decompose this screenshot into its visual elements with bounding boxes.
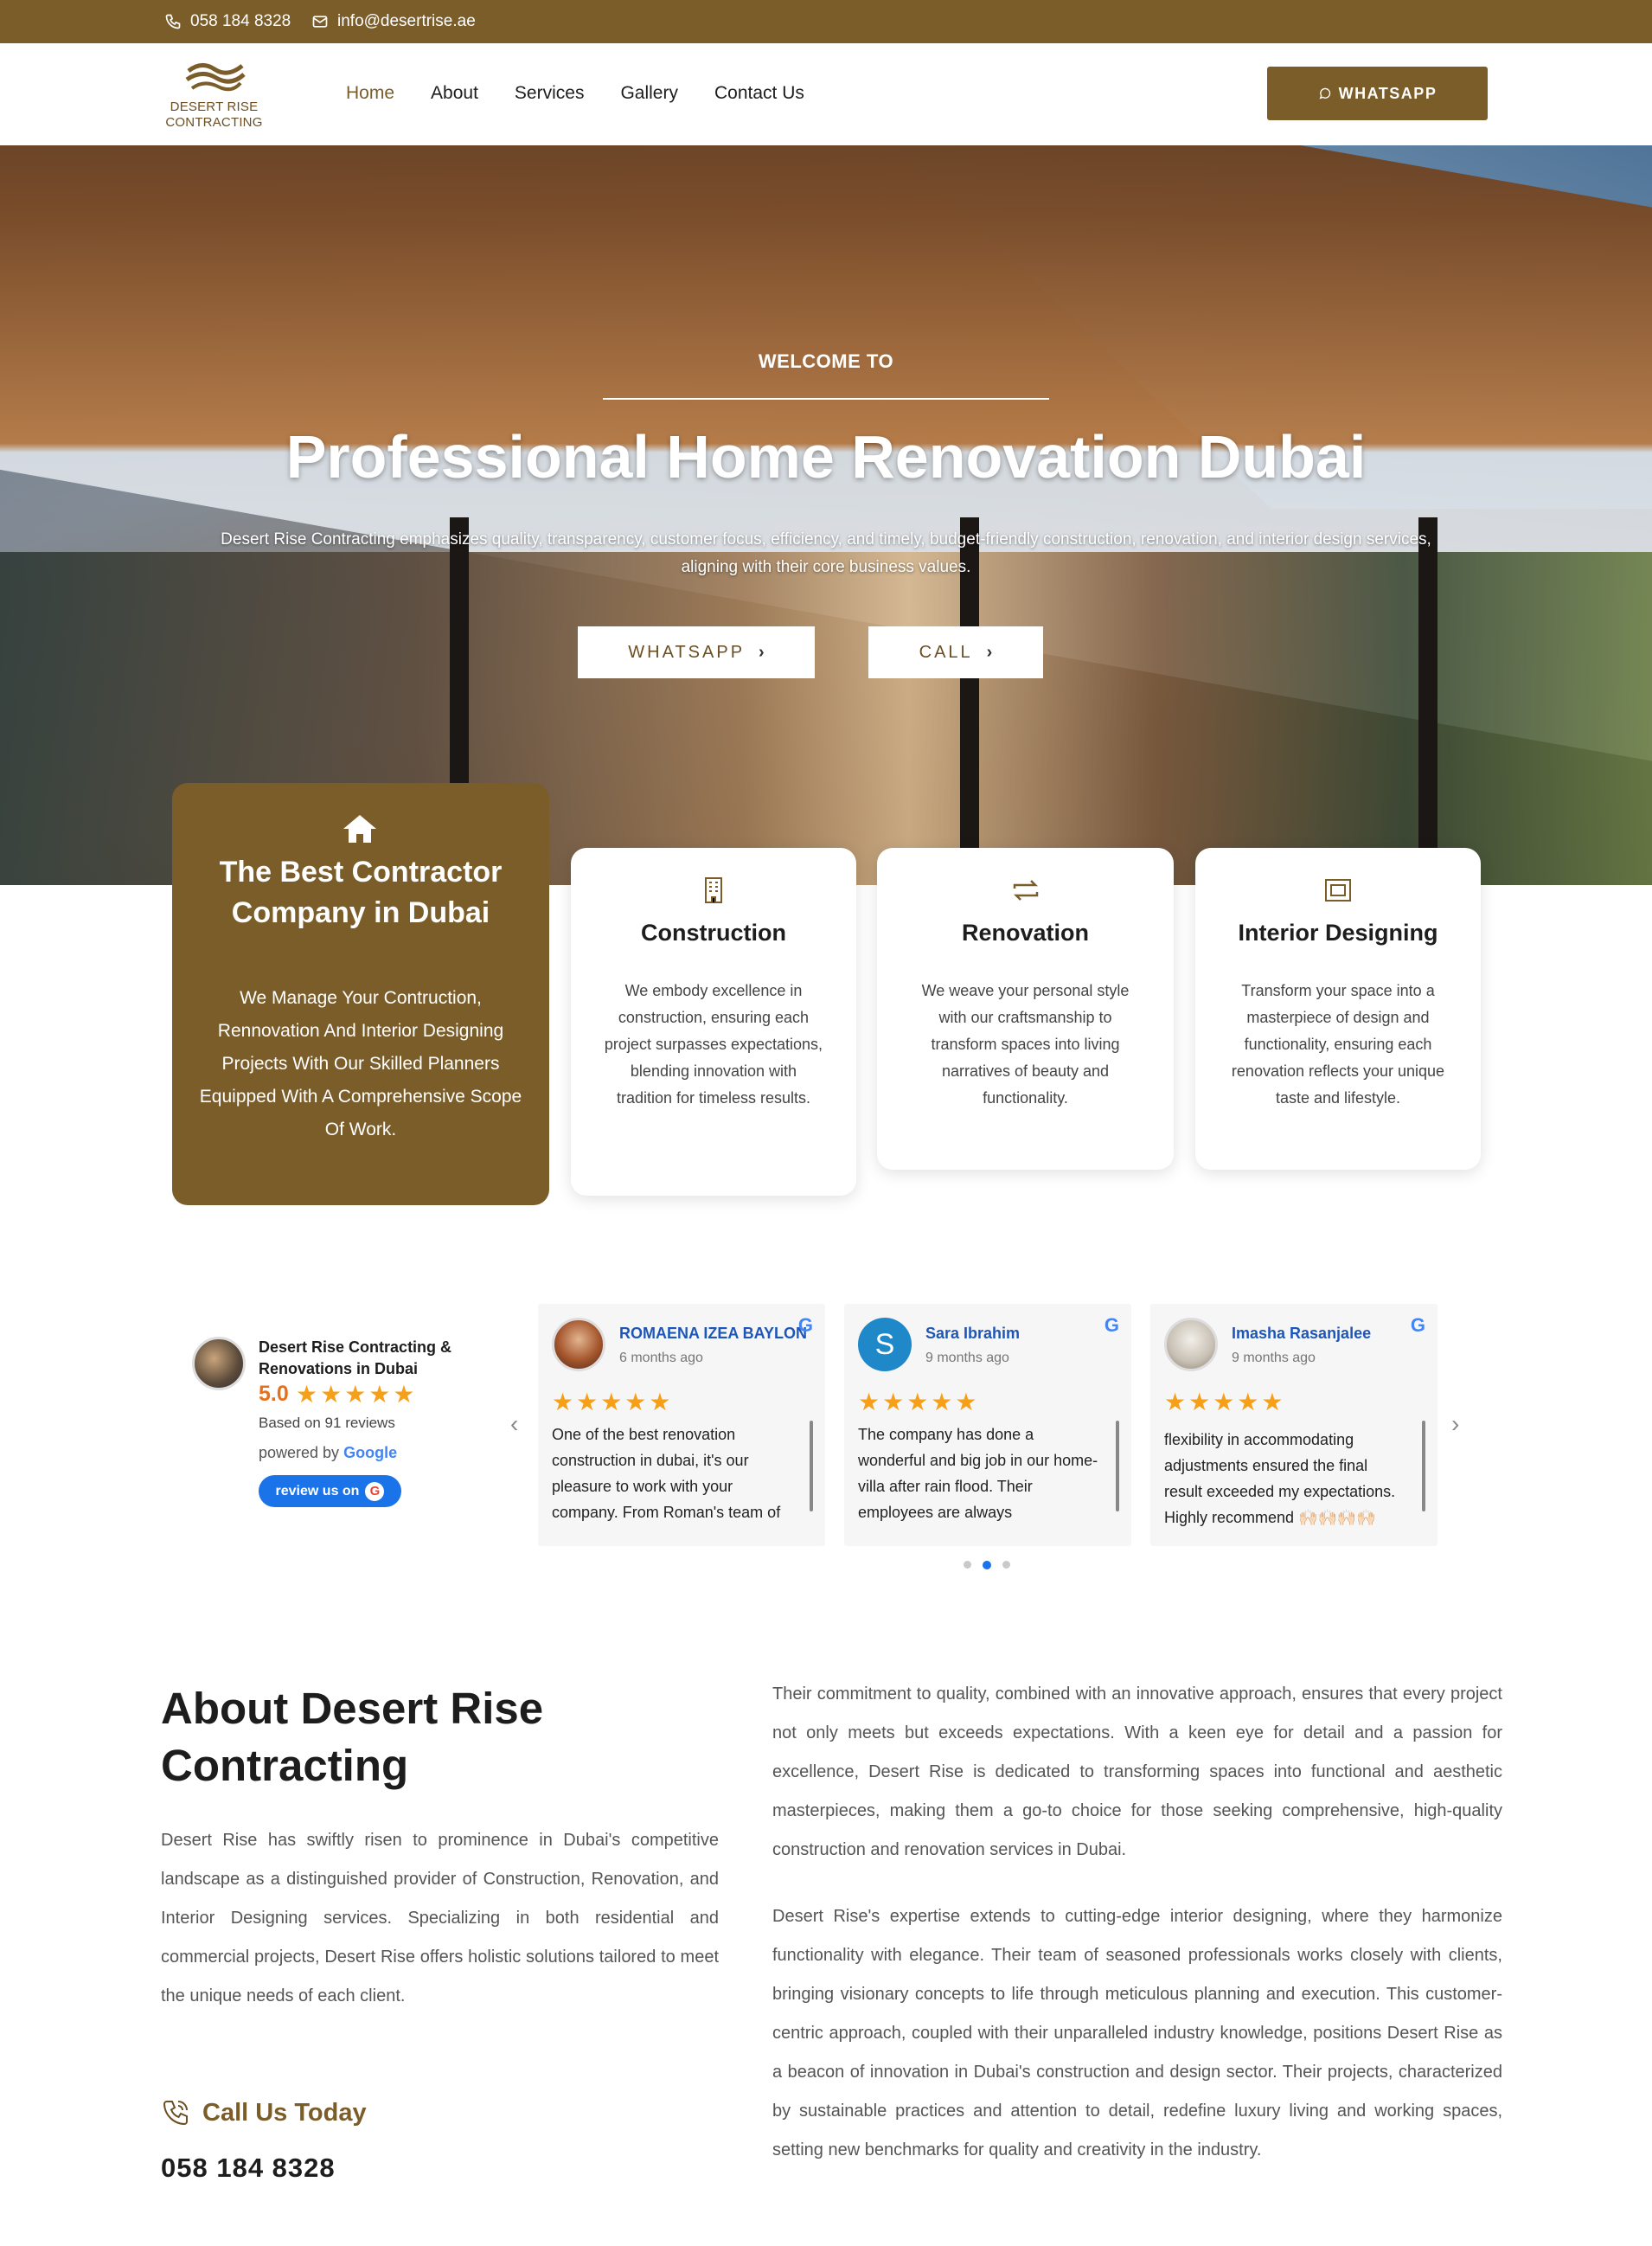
about-right-paragraph-2: Desert Rise's expertise extends to cutti… [772,1907,1502,2159]
service-card-title: Interior Designing [1238,920,1438,946]
best-contractor-card: The Best Contractor Company in Dubai We … [172,783,549,1205]
hero-whatsapp-button[interactable]: WHATSAPP › [578,626,815,678]
frame-icon [1325,879,1351,902]
review-card: S Sara Ibrahim 9 months ago G ★★★★★ The … [844,1304,1131,1546]
service-card-description: We embody excellence in construction, en… [604,982,823,1107]
google-g-icon: G [1410,1314,1425,1336]
business-avatar [192,1337,246,1390]
google-g-icon: G [1104,1314,1119,1336]
service-card-construction[interactable]: Construction We embody excellence in con… [571,848,856,1196]
review-stars: ★★★★★ [552,1389,674,1415]
carousel-dot-active[interactable] [983,1561,991,1569]
review-us-button[interactable]: review us on G [259,1475,401,1507]
chevron-right-icon: › [986,642,993,662]
call-us-number[interactable]: 058 184 8328 [161,2153,336,2184]
call-us-label: Call Us Today [202,2098,367,2127]
topbar-email[interactable]: info@desertrise.ae [311,12,476,31]
powered-by-google: powered by Google [259,1444,397,1462]
reviewer-name[interactable]: ROMAENA IZEA BAYLON [619,1325,807,1343]
whatsapp-button[interactable]: WHATSAPP [1267,67,1488,120]
logo-waves-icon [185,63,246,92]
carousel-dots [964,1561,1010,1569]
review-date: 9 months ago [925,1351,1009,1365]
topbar-phone[interactable]: 058 184 8328 [164,12,291,31]
nav-item-home[interactable]: Home [346,83,394,104]
google-wordmark: Google [343,1444,398,1461]
review-date: 6 months ago [619,1351,703,1365]
review-scrollbar[interactable] [1422,1421,1425,1511]
best-card-description: We Manage Your Contruction, Rennovation … [199,988,522,1139]
carousel-dot[interactable] [964,1561,971,1569]
hero-call-label: CALL [919,642,973,662]
service-card-title: Renovation [961,920,1089,946]
mail-icon [312,16,328,28]
about-right-paragraph-1: Their commitment to quality, combined wi… [772,1684,1502,1859]
hero-subtitle: Desert Rise Contracting emphasizes quali… [221,530,1431,576]
rating-score: 5.0 [259,1382,289,1406]
about-paragraph: Desert Rise has swiftly risen to promine… [161,1831,719,2005]
logo-text-line2: CONTRACTING [165,115,263,130]
topbar-email-text: info@desertrise.ae [337,12,476,30]
service-card-title: Construction [641,920,786,946]
phone-ringing-icon [163,2101,188,2126]
review-card: ROMAENA IZEA BAYLON 6 months ago G ★★★★★… [538,1304,825,1546]
hero-title: Professional Home Renovation Dubai [285,423,1367,491]
top-bar: 058 184 8328 info@desertrise.ae [0,0,1652,43]
repeat-icon [1013,880,1038,901]
nav-item-contact[interactable]: Contact Us [714,83,804,104]
google-rating-summary: Desert Rise Contracting & Renovations in… [192,1337,469,1514]
nav-item-services[interactable]: Services [515,83,585,104]
site-logo[interactable]: DESERT RISE CONTRACTING [156,59,272,132]
review-scrollbar[interactable] [810,1421,813,1511]
review-date: 9 months ago [1232,1351,1316,1365]
nav-item-gallery[interactable]: Gallery [620,83,678,104]
reviewer-avatar [552,1318,605,1371]
home-icon [343,815,376,843]
review-us-label: review us on [275,1483,360,1498]
service-card-description: We weave your personal style with our cr… [921,982,1130,1107]
hero-whatsapp-label: WHATSAPP [628,642,746,662]
review-stars: ★★★★★ [858,1389,980,1415]
main-navigation: DESERT RISE CONTRACTING Home About Servi… [0,43,1652,145]
logo-text-line1: DESERT RISE [170,99,259,114]
carousel-prev-arrow[interactable]: ‹ [510,1410,518,1438]
reviewer-avatar: S [858,1318,912,1371]
service-card-description: Transform your space into a masterpiece … [1231,982,1445,1107]
carousel-dot[interactable] [1002,1561,1010,1569]
call-us-heading: Call Us Today [161,2098,367,2127]
nav-menu: Home About Services Gallery Contact Us [346,83,841,104]
powered-by-text: powered by [259,1444,340,1461]
nav-item-about[interactable]: About [431,83,478,104]
review-scrollbar[interactable] [1116,1421,1119,1511]
building-icon [705,877,722,903]
google-g-icon: G [365,1481,385,1501]
review-text: The company has done a wonderful and big… [858,1426,1098,1521]
service-card-interior[interactable]: Interior Designing Transform your space … [1195,848,1481,1170]
hero-banner: WELCOME TO Professional Home Renovation … [0,145,1652,885]
chevron-right-icon: › [759,642,765,662]
hero-divider [603,398,1049,400]
review-text: flexibility in accommodating adjustments… [1164,1431,1396,1526]
whatsapp-button-label: WHATSAPP [1338,84,1437,102]
topbar-phone-text: 058 184 8328 [190,12,291,30]
whatsapp-icon [1319,87,1330,99]
reviewer-avatar [1164,1318,1218,1371]
reviewer-name[interactable]: Imasha Rasanjalee [1232,1325,1371,1343]
hero-call-button[interactable]: CALL › [868,626,1043,678]
hero-welcome: WELCOME TO [758,350,894,372]
about-title: About Desert Rise Contracting [161,1684,544,1790]
business-name: Desert Rise Contracting & Renovations in… [259,1338,452,1377]
phone-icon [165,14,181,29]
best-card-title: The Best Contractor Company in Dubai [219,856,503,929]
review-count: Based on 91 reviews [259,1415,395,1431]
review-stars: ★★★★★ [1164,1389,1286,1415]
carousel-next-arrow[interactable]: › [1451,1410,1459,1438]
google-g-icon: G [797,1314,813,1336]
review-text: One of the best renovation construction … [552,1426,781,1521]
service-card-renovation[interactable]: Renovation We weave your personal style … [877,848,1174,1170]
reviewer-name[interactable]: Sara Ibrahim [925,1325,1020,1343]
review-card: Imasha Rasanjalee 9 months ago G ★★★★★ f… [1150,1304,1437,1546]
rating-stars: ★★★★★ [296,1381,418,1408]
